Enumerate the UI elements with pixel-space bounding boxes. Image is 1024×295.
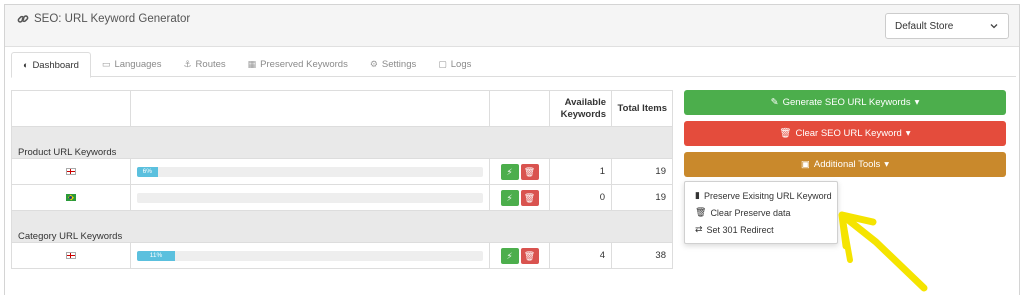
progress-fill: 11% [137,250,176,261]
actions-cell: ⚡ 🗑 [489,242,550,269]
delete-row-button[interactable]: 🗑 [520,247,539,264]
menu-item-clear-preserve[interactable]: 🗑 Clear Preserve data [685,204,837,221]
header-available: Available Keywords [549,90,612,127]
table-row: 11% ⚡ 🗑 4 38 [11,242,673,269]
uk-flag-icon [66,167,76,175]
available-count: 1 [549,158,612,185]
bolt-icon: ⚡ [506,250,513,261]
bolt-icon: ⚡ [506,166,513,177]
table-header-row: Available Keywords Total Items [11,90,673,127]
magic-icon: ✎ [770,97,779,108]
tools-dropdown-menu: ▮ Preserve Exisitng URL Keyword 🗑 Clear … [684,181,838,244]
tab-label: Logs [450,59,472,70]
total-count: 38 [611,242,673,269]
bookmark-icon: ▮ [695,190,700,200]
tab-logs[interactable]: ▢ Logs [427,52,482,77]
tab-routes[interactable]: ⚓ Routes [172,52,236,77]
additional-tools-button[interactable]: ▣ Additional Tools ▾ [684,152,1006,177]
group-title: Category URL Keywords [11,210,673,243]
uk-flag-icon [66,251,76,259]
delete-row-button[interactable]: 🗑 [520,189,539,206]
table-icon: ▦ [247,59,257,69]
progress-bar: 6% [137,166,483,177]
total-count: 19 [611,184,673,211]
available-count: 0 [549,184,612,211]
total-count: 19 [611,158,673,185]
page-title-text: SEO: URL Keyword Generator [34,13,191,25]
trash-icon: 🗑 [523,192,536,203]
bolt-icon: ⚡ [506,192,513,203]
page-title: SEO: URL Keyword Generator [17,13,190,25]
flag-cell [11,242,131,269]
languages-icon: ▭ [101,59,111,69]
tab-label: Dashboard [32,59,79,71]
header-flag [11,90,131,127]
chevron-down-icon [989,21,999,34]
actions-cell: ⚡ 🗑 [489,158,550,185]
generate-row-button[interactable]: ⚡ [500,247,519,264]
trash-icon: 🗑 [779,128,792,139]
available-count: 4 [549,242,612,269]
exchange-icon: ⇄ [695,224,703,234]
tab-label: Languages [114,59,162,70]
keywords-table: Available Keywords Total Items Product U… [11,90,673,269]
clear-keywords-button[interactable]: 🗑 Clear SEO URL Keyword ▾ [684,121,1006,146]
delete-row-button[interactable]: 🗑 [520,163,539,180]
actions-panel: ✎ Generate SEO URL Keywords ▾ 🗑 Clear SE… [684,90,1006,183]
caret-down-icon: ▾ [905,128,911,139]
note-icon: ▢ [438,59,447,69]
trash-icon: 🗑 [695,207,707,217]
menu-item-label: Set 301 Redirect [706,224,774,235]
generate-row-button[interactable]: ⚡ [500,163,519,180]
panel-header: SEO: URL Keyword Generator Default Store [5,5,1019,47]
trash-icon: 🗑 [523,250,536,261]
menu-item-preserve-keyword[interactable]: ▮ Preserve Exisitng URL Keyword [685,187,837,204]
tab-label: Routes [195,59,226,70]
group-title: Product URL Keywords [11,126,673,159]
header-actions [489,90,550,127]
header-progress [130,90,490,127]
tab-bar: ◐ Dashboard ▭ Languages ⚓ Routes ▦ Prese… [11,52,1016,78]
cogs-icon: ⚙ [369,59,378,69]
tab-dashboard[interactable]: ◐ Dashboard [11,52,91,78]
annotation-arrow [838,211,928,292]
table-row: 6% ⚡ 🗑 1 19 [11,158,673,185]
generate-row-button[interactable]: ⚡ [500,189,519,206]
group-header-row: Product URL Keywords [11,126,673,159]
link-icon [17,13,29,25]
header-total: Total Items [611,90,673,127]
actions-cell: ⚡ 🗑 [489,184,550,211]
progress-cell: 11% [130,242,490,269]
brazil-flag-icon [66,193,76,201]
generate-keywords-button[interactable]: ✎ Generate SEO URL Keywords ▾ [684,90,1006,115]
trash-icon: 🗑 [523,166,536,177]
table-row: ⚡ 🗑 0 19 [11,184,673,211]
anchor-icon: ⚓ [183,59,192,69]
progress-bar: 11% [137,250,483,261]
menu-item-label: Preserve Exisitng URL Keyword [703,190,832,201]
progress-cell [130,184,490,211]
menu-item-label: Clear Preserve data [710,207,791,218]
tab-settings[interactable]: ⚙ Settings [359,52,427,77]
store-select-value: Default Store [895,21,954,32]
button-label: Clear SEO URL Keyword [795,128,902,139]
button-label: Generate SEO URL Keywords [782,97,911,108]
flag-cell [11,158,131,185]
store-select[interactable]: Default Store [885,13,1009,39]
menu-item-301-redirect[interactable]: ⇄ Set 301 Redirect [685,221,837,238]
progress-cell: 6% [130,158,490,185]
tab-label: Preserved Keywords [260,59,348,70]
progress-fill: 6% [137,166,158,177]
flag-cell [11,184,131,211]
tab-label: Settings [381,59,417,70]
group-header-row: Category URL Keywords [11,210,673,243]
dashboard-icon: ◐ [23,60,29,70]
tab-languages[interactable]: ▭ Languages [91,52,173,77]
progress-bar [137,192,483,203]
caret-down-icon: ▾ [884,159,890,170]
caret-down-icon: ▾ [914,97,920,108]
toolbox-icon: ▣ [800,159,810,170]
button-label: Additional Tools [813,159,881,170]
tab-preserved-keywords[interactable]: ▦ Preserved Keywords [237,52,359,77]
